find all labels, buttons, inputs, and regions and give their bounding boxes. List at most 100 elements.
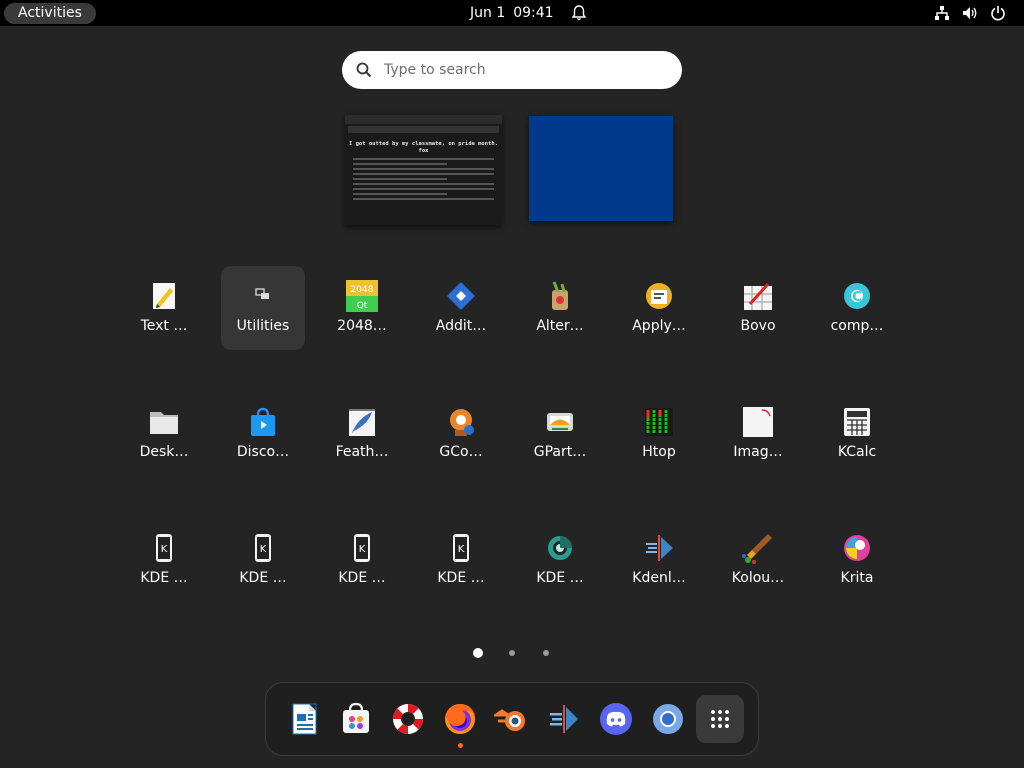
app-label: GCo… (439, 444, 483, 460)
search-placeholder: Type to search (384, 62, 486, 78)
app-label: KDE … (437, 570, 485, 586)
text-line (353, 173, 494, 175)
app-label: Text … (140, 318, 188, 334)
app-label: GPart… (533, 444, 587, 460)
app-tile[interactable]: GCo… (419, 392, 503, 476)
app-tile[interactable]: K KDE … (122, 518, 206, 602)
chromium-icon[interactable] (650, 701, 686, 737)
dock (265, 682, 759, 756)
feather-notes-icon (349, 409, 375, 436)
text-line (353, 193, 448, 195)
app-tile[interactable]: Alter… (518, 266, 602, 350)
app-tile[interactable]: K KDE … (221, 518, 305, 602)
app-tile[interactable]: Addit… (419, 266, 503, 350)
power-icon[interactable] (990, 5, 1006, 21)
discover-store-icon (251, 407, 275, 436)
window-thumbnail-blue[interactable] (529, 116, 673, 221)
app-tile[interactable]: Desk… (122, 392, 206, 476)
app-tile[interactable]: Apply… (617, 266, 701, 350)
app-tile[interactable]: Kdenl… (617, 518, 701, 602)
app-tile[interactable]: Krita (815, 518, 899, 602)
kdenlive-dock-icon[interactable] (546, 701, 582, 737)
svg-text:K: K (458, 544, 465, 555)
help-lifebuoy-icon[interactable] (390, 701, 426, 737)
page-dot-2[interactable] (509, 650, 515, 656)
clock-button[interactable]: Jun 1 09:41 (470, 0, 554, 26)
app-tile[interactable]: KCalc (815, 392, 899, 476)
top-bar: Activities Jun 1 09:41 (0, 0, 1024, 26)
page-dot-3[interactable] (543, 650, 549, 656)
notification-bell-icon[interactable] (570, 4, 588, 22)
app-label: Feath… (335, 444, 389, 460)
text-line (353, 178, 448, 180)
app-tile[interactable]: Htop (617, 392, 701, 476)
app-label: KDE … (239, 570, 287, 586)
show-apps-button[interactable] (696, 695, 744, 743)
svg-text:C: C (852, 290, 862, 305)
app-tile[interactable]: Imag… (716, 392, 800, 476)
htop-icon (645, 408, 673, 436)
app-label: Htop (642, 444, 676, 460)
window-thumbnail-terminal[interactable]: I got outted by my classmate, on pride m… (345, 115, 502, 225)
app-tile[interactable]: 2048 Qt 2048… (320, 266, 404, 350)
svg-text:2048: 2048 (351, 285, 374, 295)
utilities-folder-icon (255, 288, 269, 299)
kde-connect-icon: K (453, 534, 469, 562)
libreoffice-writer-icon[interactable] (286, 701, 322, 737)
kde-connect-icon: K (354, 534, 370, 562)
app-label: Krita (840, 570, 874, 586)
network-wired-icon[interactable] (934, 5, 950, 21)
kcalc-icon (844, 408, 870, 436)
text-line (353, 183, 494, 185)
app-tile[interactable]: Kolou… (716, 518, 800, 602)
window-title-line1: I got outted by my classmate, on pride m… (348, 141, 498, 147)
software-store-icon[interactable] (338, 701, 374, 737)
blender-icon[interactable] (494, 701, 530, 737)
text-line (353, 188, 494, 190)
compiz-config-icon: C (844, 283, 870, 309)
app-tile[interactable]: Ccomp… (815, 266, 899, 350)
activities-button[interactable]: Activities (4, 3, 96, 24)
app-tile[interactable]: Utilities (221, 266, 305, 350)
volume-icon[interactable] (962, 5, 978, 21)
search-input[interactable]: Type to search (342, 51, 682, 89)
desktop-folder-icon (150, 412, 178, 434)
app-label: Imag… (733, 444, 783, 460)
firefox-icon[interactable] (442, 701, 478, 737)
app-label: Desk… (139, 444, 189, 460)
svg-text:K: K (161, 544, 168, 555)
app-label: KDE … (140, 570, 188, 586)
running-indicator (458, 743, 463, 748)
app-tile[interactable]: Disco… (221, 392, 305, 476)
text-line (353, 158, 494, 160)
text-line (353, 168, 494, 170)
date-label: Jun 1 (470, 5, 506, 21)
page-dot-1[interactable] (473, 648, 483, 658)
app-label: Apply… (632, 318, 686, 334)
kde-partition-icon (548, 536, 572, 560)
app-label: Bovo (740, 318, 776, 334)
app-tile[interactable]: Bovo (716, 266, 800, 350)
svg-text:K: K (359, 544, 366, 555)
app-label: Alter… (536, 318, 584, 334)
app-tile[interactable]: KDE … (518, 518, 602, 602)
app-tile[interactable]: Feath… (320, 392, 404, 476)
app-tile[interactable]: K KDE … (419, 518, 503, 602)
time-label: 09:41 (513, 5, 554, 21)
krita-icon (844, 535, 870, 561)
window-content-title: I got outted by my classmate, on pride m… (345, 141, 502, 155)
text-editor-icon (153, 283, 175, 309)
search-icon (356, 62, 372, 78)
app-tile[interactable]: Text … (122, 266, 206, 350)
app-tile[interactable]: GPart… (518, 392, 602, 476)
discord-icon[interactable] (598, 701, 634, 737)
image-viewer-icon (743, 407, 773, 437)
app-label: KCalc (837, 444, 877, 460)
app-grid-icon (711, 710, 729, 728)
text-line (353, 163, 448, 165)
apply-theme-icon (646, 283, 672, 309)
app-tile[interactable]: K KDE … (320, 518, 404, 602)
app-label: Kdenl… (632, 570, 686, 586)
app-label: Disco… (236, 444, 290, 460)
window-titlebar (345, 115, 502, 124)
